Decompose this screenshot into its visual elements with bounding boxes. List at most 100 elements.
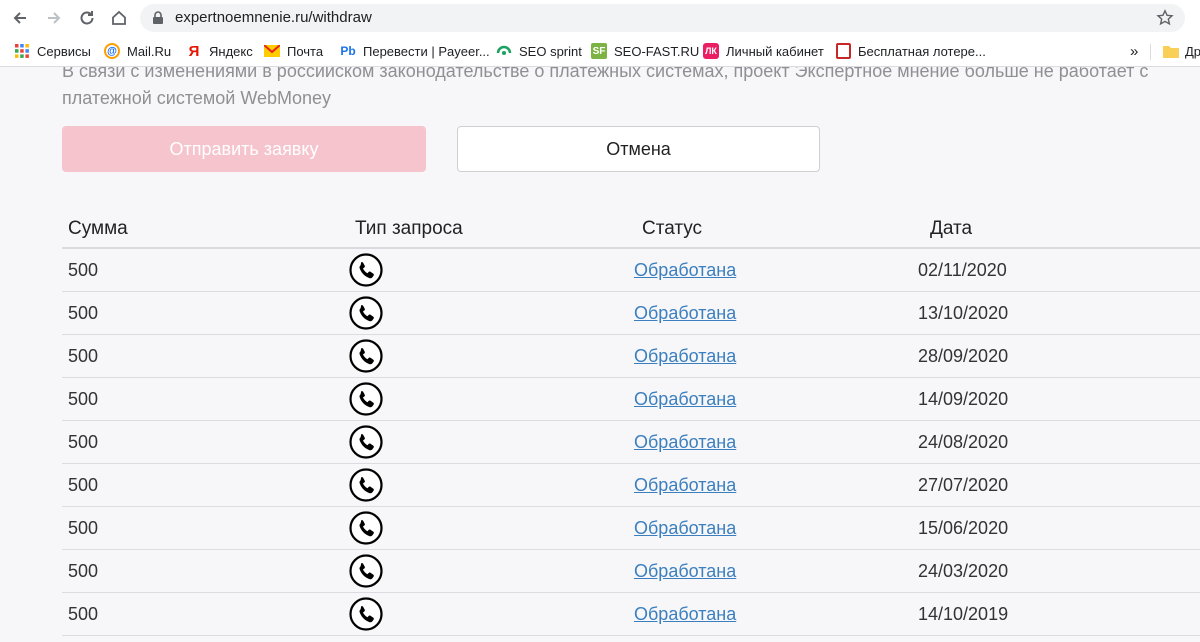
row-date: 24/08/2020 bbox=[918, 431, 1009, 452]
phone-icon bbox=[349, 296, 383, 330]
row-sum: 500 bbox=[68, 388, 99, 409]
bookmark-label: SEO sprint bbox=[519, 43, 582, 59]
reload-icon[interactable] bbox=[75, 6, 99, 30]
header-sum: Сумма bbox=[68, 218, 128, 239]
status-link[interactable]: Обработана bbox=[634, 518, 736, 539]
phone-icon bbox=[349, 511, 383, 545]
phone-icon bbox=[349, 339, 383, 373]
status-link[interactable]: Обработана bbox=[634, 389, 736, 410]
bookmark-label: Почта bbox=[287, 43, 324, 59]
status-link[interactable]: Обработана bbox=[634, 475, 736, 496]
submit-request-button[interactable]: Отправить заявку bbox=[62, 126, 426, 172]
cancel-button[interactable]: Отмена bbox=[457, 126, 820, 172]
table-row: 500 Обработана 13/10/2020 bbox=[62, 292, 1200, 335]
table-header: Сумма Тип запроса Статус Дата bbox=[62, 206, 1200, 249]
status-link[interactable]: Обработана bbox=[634, 604, 736, 625]
row-request-type bbox=[349, 593, 383, 635]
mailru-icon: @ bbox=[104, 43, 120, 59]
status-link[interactable]: Обработана bbox=[634, 432, 736, 453]
row-request-type bbox=[349, 550, 383, 592]
bookmark-seofast[interactable]: SF SEO-FAST.RU bbox=[591, 36, 699, 66]
row-sum: 500 bbox=[68, 474, 99, 495]
bookmark-mail[interactable]: Почта bbox=[264, 36, 323, 66]
row-sum: 500 bbox=[68, 603, 99, 624]
forward-arrow-icon[interactable] bbox=[42, 6, 66, 30]
status-link[interactable]: Обработана bbox=[634, 561, 736, 582]
row-status: Обработана bbox=[634, 421, 736, 463]
row-sum: 500 bbox=[68, 431, 99, 452]
row-request-type bbox=[349, 292, 383, 334]
lock-icon bbox=[153, 11, 163, 24]
row-date: 14/09/2020 bbox=[918, 388, 1009, 409]
table-row: 500 Обработана 14/10/2019 bbox=[62, 593, 1200, 636]
notice-container: В связи с изменениями в российском закон… bbox=[0, 67, 1200, 122]
row-status: Обработана bbox=[634, 335, 736, 377]
table-row: 500 Обработана 28/09/2020 bbox=[62, 335, 1200, 378]
address-bar[interactable]: expertnoemnenie.ru/withdraw bbox=[140, 4, 1185, 32]
withdraw-history-table: Сумма Тип запроса Статус Дата 500 Обрабо… bbox=[62, 206, 1200, 636]
row-status: Обработана bbox=[634, 378, 736, 420]
bookmark-label: Перевести | Payeer... bbox=[363, 43, 490, 59]
bookmark-yandex[interactable]: Я Яндекс bbox=[186, 36, 253, 66]
back-arrow-icon[interactable] bbox=[8, 6, 32, 30]
phone-icon bbox=[349, 554, 383, 588]
row-date: 27/07/2020 bbox=[918, 474, 1009, 495]
row-request-type bbox=[349, 507, 383, 549]
table-row: 500 Обработана 14/09/2020 bbox=[62, 378, 1200, 421]
bookmark-mailru[interactable]: @ Mail.Ru bbox=[104, 36, 171, 66]
row-status: Обработана bbox=[634, 593, 736, 635]
row-sum: 500 bbox=[68, 560, 99, 581]
address-url: expertnoemnenie.ru/withdraw bbox=[175, 9, 372, 26]
row-date: 15/06/2020 bbox=[918, 517, 1009, 538]
seosprint-icon bbox=[496, 43, 512, 59]
bookmark-folder-other[interactable]: Др bbox=[1163, 36, 1200, 66]
bookmark-folder-label: Др bbox=[1185, 43, 1200, 59]
row-request-type bbox=[349, 464, 383, 506]
bookmark-label: Бесплатная лотере... bbox=[858, 43, 986, 59]
bookmark-services[interactable]: Сервисы bbox=[14, 36, 91, 66]
row-request-type bbox=[349, 378, 383, 420]
bookmark-label: Сервисы bbox=[37, 43, 91, 59]
bookmark-cabinet[interactable]: ЛК Личный кабинет bbox=[703, 36, 824, 66]
table-row: 500 Обработана 15/06/2020 bbox=[62, 507, 1200, 550]
phone-icon bbox=[349, 425, 383, 459]
bookmark-label: Личный кабинет bbox=[726, 43, 824, 59]
bookmark-label: SEO-FAST.RU bbox=[614, 43, 700, 59]
bookmark-seosprint[interactable]: SEO sprint bbox=[496, 36, 582, 66]
phone-icon bbox=[349, 468, 383, 502]
bookmark-label: Mail.Ru bbox=[127, 43, 172, 59]
status-link[interactable]: Обработана bbox=[634, 303, 736, 324]
status-link[interactable]: Обработана bbox=[634, 346, 736, 367]
row-status: Обработана bbox=[634, 507, 736, 549]
table-row: 500 Обработана 02/11/2020 bbox=[62, 249, 1200, 292]
bookmarks-overflow-button[interactable]: » bbox=[1130, 43, 1138, 60]
row-date: 02/11/2020 bbox=[918, 259, 1007, 280]
bookmark-star-icon[interactable] bbox=[1156, 9, 1174, 27]
row-status: Обработана bbox=[634, 249, 736, 291]
browser-toolbar: expertnoemnenie.ru/withdraw bbox=[0, 0, 1200, 36]
bookmark-lottery[interactable]: Бесплатная лотере... bbox=[836, 36, 986, 66]
apps-grid-icon bbox=[14, 43, 30, 59]
phone-icon bbox=[349, 597, 383, 631]
row-request-type bbox=[349, 335, 383, 377]
row-request-type bbox=[349, 249, 383, 291]
status-link[interactable]: Обработана bbox=[634, 260, 736, 281]
header-date: Дата bbox=[930, 218, 973, 239]
webmoney-notice: В связи с изменениями в российском закон… bbox=[62, 67, 1149, 108]
table-row: 500 Обработана 27/07/2020 bbox=[62, 464, 1200, 507]
bookmark-label: Яндекс bbox=[209, 43, 253, 59]
header-status: Статус bbox=[642, 218, 703, 239]
row-status: Обработана bbox=[634, 464, 736, 506]
row-date: 28/09/2020 bbox=[918, 345, 1009, 366]
row-status: Обработана bbox=[634, 550, 736, 592]
bookmark-payeer[interactable]: Pb Перевести | Payeer... bbox=[340, 36, 490, 66]
row-date: 13/10/2020 bbox=[918, 302, 1009, 323]
table-row: 500 Обработана 24/03/2020 bbox=[62, 550, 1200, 593]
payeer-icon: Pb bbox=[340, 44, 356, 58]
row-status: Обработана bbox=[634, 292, 736, 334]
yandex-icon: Я bbox=[188, 42, 200, 60]
row-sum: 500 bbox=[68, 302, 99, 323]
home-icon[interactable] bbox=[107, 6, 131, 30]
folder-icon bbox=[1163, 46, 1179, 58]
row-sum: 500 bbox=[68, 517, 99, 538]
